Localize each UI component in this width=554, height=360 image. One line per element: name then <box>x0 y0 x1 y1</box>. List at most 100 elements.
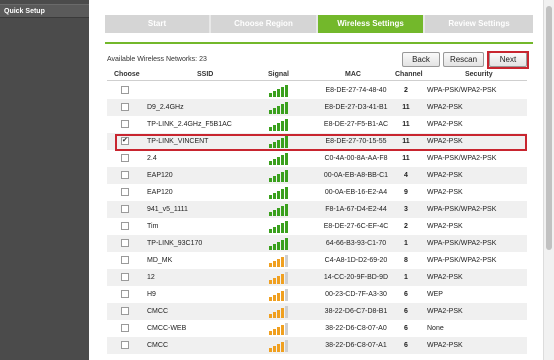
signal-bar <box>269 127 272 131</box>
header-mac: MAC <box>345 71 361 78</box>
channel-cell: 4 <box>404 172 408 179</box>
signal-bar <box>285 153 288 165</box>
security-cell: WPA2-PSK <box>427 172 463 179</box>
ssid-cell: 2.4 <box>147 155 157 162</box>
choose-checkbox[interactable] <box>121 222 129 230</box>
table-row[interactable]: TP-LINK_2.4GHz_F5B1AC E8-DE-27-F5-B1-AC 11… <box>107 116 527 133</box>
signal-strength-icon <box>269 186 293 199</box>
mac-cell: E8-DE-27-6C-EF-4C <box>323 223 389 230</box>
mac-cell: 00-23-CD-7F-A3-30 <box>325 291 387 298</box>
signal-bar <box>281 257 284 267</box>
signal-bar <box>285 102 288 114</box>
signal-strength-icon <box>269 220 293 233</box>
signal-bar <box>285 170 288 182</box>
signal-bar <box>269 348 272 352</box>
next-button-highlight <box>487 51 529 69</box>
signal-bar <box>281 342 284 352</box>
table-row[interactable]: 2.4 C0-4A-00-8A-AA-F8 11 WPA-PSK/WPA2-PSK <box>107 150 527 167</box>
ssid-cell: CMCC <box>147 308 168 315</box>
ssid-cell: Tim <box>147 223 159 230</box>
signal-bar <box>269 195 272 199</box>
scrollbar-thumb[interactable] <box>546 6 552 250</box>
ssid-cell: CMCC-WEB <box>147 325 187 332</box>
channel-cell: 6 <box>404 291 408 298</box>
choose-checkbox[interactable] <box>121 171 129 179</box>
rescan-button[interactable]: Rescan <box>443 52 484 67</box>
table-row[interactable]: MD_MK C4-A8-1D-D2-69-20 8 WPA-PSK/WPA2-PSK <box>107 252 527 269</box>
security-cell: WPA-PSK/WPA2-PSK <box>427 257 497 264</box>
security-cell: WPA2-PSK <box>427 189 463 196</box>
table-row[interactable]: EAP120 00-0A-EB-A8-BB-C1 4 WPA2-PSK <box>107 167 527 184</box>
table-row[interactable]: E8-DE-27-74-48-40 2 WPA-PSK/WPA2-PSK <box>107 82 527 99</box>
table-header: Choose SSID Signal MAC Channel Security <box>107 69 527 81</box>
ssid-cell: D9_2.4GHz <box>147 104 184 111</box>
choose-checkbox[interactable] <box>121 154 129 162</box>
channel-cell: 2 <box>404 223 408 230</box>
signal-strength-icon <box>269 254 293 267</box>
choose-checkbox[interactable] <box>121 239 129 247</box>
choose-checkbox[interactable] <box>121 188 129 196</box>
signal-bar <box>285 187 288 199</box>
signal-strength-icon <box>269 84 293 97</box>
scrollbar[interactable] <box>543 0 554 360</box>
security-cell: WPA-PSK/WPA2-PSK <box>427 240 497 247</box>
signal-bar <box>281 240 284 250</box>
signal-bar <box>281 121 284 131</box>
mac-cell: 64-66-B3-93-C1-70 <box>325 240 387 247</box>
choose-checkbox[interactable] <box>121 324 129 332</box>
divider <box>105 42 533 44</box>
signal-bar <box>273 295 276 301</box>
table-row[interactable]: D9_2.4GHz E8-DE-27-D3-41-B1 11 WPA2-PSK <box>107 99 527 116</box>
signal-bar <box>277 276 280 284</box>
table-row[interactable]: CMCC-WEB 38-22-D6-C8-07-A0 6 None <box>107 320 527 337</box>
signal-bar <box>285 204 288 216</box>
channel-cell: 1 <box>404 240 408 247</box>
ssid-cell: EAP120 <box>147 172 173 179</box>
table-row[interactable]: CMCC 38-22-D6-C8-07-A1 6 WPA2-PSK <box>107 337 527 354</box>
channel-cell: 11 <box>402 155 410 162</box>
choose-checkbox[interactable] <box>121 341 129 349</box>
channel-cell: 1 <box>404 274 408 281</box>
table-row[interactable]: Tim E8-DE-27-6C-EF-4C 2 WPA2-PSK <box>107 218 527 235</box>
ssid-cell: CMCC <box>147 342 168 349</box>
signal-bar <box>269 297 272 301</box>
signal-strength-icon <box>269 203 293 216</box>
choose-checkbox[interactable] <box>121 307 129 315</box>
mac-cell: E8-DE-27-74-48-40 <box>325 87 387 94</box>
table-row[interactable]: TP-LINK_93C170 64-66-B3-93-C1-70 1 WPA-PSK/… <box>107 235 527 252</box>
mac-cell: C0-4A-00-8A-AA-F8 <box>324 155 388 162</box>
signal-bar <box>273 125 276 131</box>
signal-strength-icon <box>269 101 293 114</box>
back-button[interactable]: Back <box>402 52 440 67</box>
available-networks-count: Available Wireless Networks: 23 <box>107 56 207 63</box>
sidebar-item-quick-setup[interactable]: Quick Setup <box>0 4 89 18</box>
choose-checkbox[interactable] <box>121 120 129 128</box>
table-row[interactable]: H9 00-23-CD-7F-A3-30 6 WEP <box>107 286 527 303</box>
signal-bar <box>277 344 280 352</box>
signal-bar <box>277 191 280 199</box>
choose-checkbox[interactable] <box>121 273 129 281</box>
signal-bar <box>281 189 284 199</box>
signal-bar <box>269 331 272 335</box>
choose-checkbox[interactable] <box>121 256 129 264</box>
signal-bar <box>269 93 272 97</box>
signal-bar <box>281 172 284 182</box>
table-row[interactable]: 12 14-CC-20-9F-BD-9D 1 WPA2-PSK <box>107 269 527 286</box>
security-cell: WPA2-PSK <box>427 274 463 281</box>
choose-checkbox[interactable] <box>121 290 129 298</box>
signal-bar <box>273 244 276 250</box>
signal-bar <box>285 272 288 284</box>
step-choose-region: Choose Region <box>211 15 316 33</box>
header-choose: Choose <box>114 71 140 78</box>
choose-checkbox[interactable] <box>121 86 129 94</box>
choose-checkbox[interactable] <box>121 103 129 111</box>
signal-bar <box>273 346 276 352</box>
table-row[interactable]: EAP120 00-0A-EB-16-E2-A4 9 WPA2-PSK <box>107 184 527 201</box>
signal-bar <box>281 291 284 301</box>
security-cell: WPA2-PSK <box>427 342 463 349</box>
security-cell: WPA2-PSK <box>427 121 463 128</box>
table-row[interactable]: 941_v5_1111 F8-1A-67-D4-E2-44 3 WPA-PSK/WPA… <box>107 201 527 218</box>
table-row[interactable]: CMCC 38-22-D6-C7-D8-B1 6 WPA2-PSK <box>107 303 527 320</box>
choose-checkbox[interactable] <box>121 205 129 213</box>
signal-bar <box>277 242 280 250</box>
